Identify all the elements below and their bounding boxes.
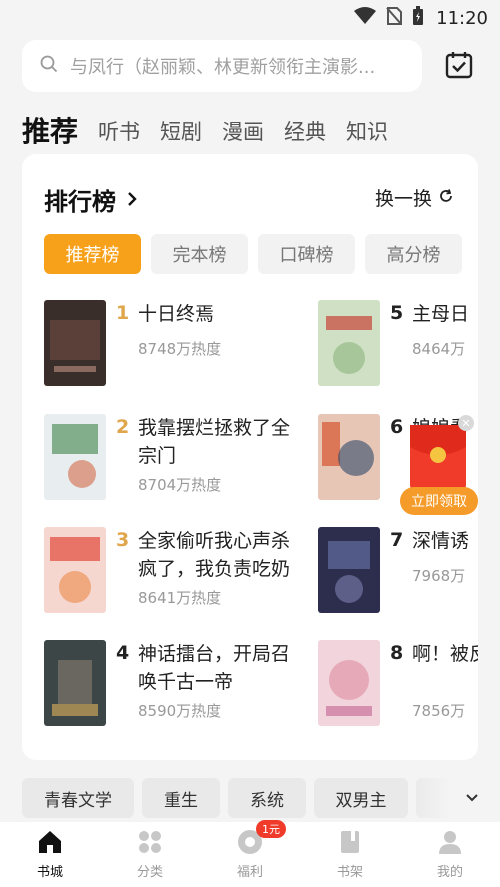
chip-bl[interactable]: 双男主 — [314, 778, 408, 818]
book-cover — [318, 414, 380, 500]
nav-label: 书城 — [36, 865, 63, 880]
book-item[interactable]: 7 深情诱 7968万 — [318, 527, 478, 619]
ranking-tabs: 推荐榜 完本榜 口碑榜 高分榜 — [44, 234, 462, 274]
book-cover — [318, 527, 380, 613]
book-title: 啊！被反派们 — [412, 643, 478, 665]
nav-label: 我的 — [436, 865, 463, 880]
book-cover — [44, 527, 106, 613]
book-item[interactable]: 2 我靠摆烂拯救了全宗门 8704万热度 — [44, 414, 344, 506]
refresh-icon — [438, 187, 454, 209]
search-icon — [40, 55, 58, 77]
book-item[interactable]: 1 十日终焉 8748万热度 — [44, 300, 344, 392]
wifi-icon — [354, 7, 377, 29]
rank-number: 3 — [116, 529, 130, 551]
nav-bookstore[interactable]: 书城 — [0, 822, 100, 887]
book-heat: 7968万 — [412, 567, 466, 585]
battery-icon — [412, 6, 424, 30]
book-item[interactable]: 5 主母日 8464万 — [318, 300, 478, 392]
rank-tab-completed[interactable]: 完本榜 — [151, 234, 248, 274]
book-heat: 8590万热度 — [138, 702, 222, 720]
rank-tab-recommend[interactable]: 推荐榜 — [44, 234, 141, 274]
book-title: 全家偷听我心声杀疯了，我负责吃奶 — [138, 530, 291, 580]
book-cover — [44, 300, 106, 386]
rank-tab-reputation[interactable]: 口碑榜 — [258, 234, 355, 274]
rank-number: 5 — [390, 302, 404, 324]
top-tabs: 推荐 听书 短剧 漫画 经典 知识 — [22, 104, 388, 148]
nav-profile[interactable]: 我的 — [400, 822, 500, 887]
book-heat: 8704万热度 — [138, 476, 222, 494]
tab-audiobook[interactable]: 听书 — [98, 116, 140, 148]
red-envelope-icon — [410, 425, 466, 491]
chip-rebirth[interactable]: 重生 — [142, 778, 220, 818]
book-title: 主母日 — [412, 303, 470, 325]
search-input[interactable]: 与凤行（赵丽颖、林更新领衔主演影... — [22, 40, 422, 92]
red-packet-widget[interactable]: ✕ 立即领取 — [400, 415, 480, 515]
book-cover — [318, 640, 380, 726]
person-icon — [439, 831, 461, 854]
tab-short-drama[interactable]: 短剧 — [160, 116, 202, 148]
status-icons: 11:20 — [354, 6, 488, 30]
status-bar: 11:20 — [0, 0, 500, 34]
chip-system[interactable]: 系统 — [228, 778, 306, 818]
status-time: 11:20 — [436, 7, 488, 29]
no-sim-icon — [386, 7, 403, 29]
close-icon[interactable]: ✕ — [458, 415, 474, 431]
book-cover — [44, 414, 106, 500]
book-item[interactable]: 8 啊！被反派们 7856万 — [318, 640, 478, 732]
nav-bookshelf[interactable]: 书架 — [300, 822, 400, 887]
book-cover — [318, 300, 380, 386]
book-title: 十日终焉 — [138, 303, 215, 325]
tab-comics[interactable]: 漫画 — [222, 116, 264, 148]
book-title: 深情诱 — [412, 530, 470, 552]
rank-tab-high-score[interactable]: 高分榜 — [365, 234, 462, 274]
book-item[interactable]: 3 全家偷听我心声杀疯了，我负责吃奶 8641万热度 — [44, 527, 344, 619]
nav-welfare[interactable]: 1元 福利 — [200, 820, 300, 887]
book-heat: 8464万 — [412, 340, 466, 358]
claim-button[interactable]: 立即领取 — [400, 487, 478, 515]
search-placeholder: 与凤行（赵丽颖、林更新领衔主演影... — [70, 57, 376, 78]
book-heat: 8641万热度 — [138, 589, 222, 607]
checkin-calendar-button[interactable] — [444, 50, 474, 80]
book-title: 神话擂台，开局召唤千古一帝 — [138, 643, 291, 693]
calendar-check-icon — [445, 52, 473, 79]
tab-knowledge[interactable]: 知识 — [346, 116, 388, 148]
book-title: 我靠摆烂拯救了全宗门 — [138, 417, 291, 467]
refresh-label: 换一换 — [374, 188, 432, 210]
nav-label: 福利 — [236, 865, 263, 880]
chip-youth-literature[interactable]: 青春文学 — [22, 778, 134, 818]
search-row: 与凤行（赵丽颖、林更新领衔主演影... — [22, 40, 478, 92]
nav-label: 书架 — [336, 865, 363, 880]
book-item[interactable]: 4 神话擂台，开局召唤千古一帝 8590万热度 — [44, 640, 344, 732]
chevron-right-icon — [126, 186, 138, 214]
rank-number: 4 — [116, 642, 130, 664]
chips-fade — [410, 778, 500, 818]
rank-number: 2 — [116, 416, 130, 438]
nav-label: 分类 — [136, 865, 163, 880]
ranking-title: 排行榜 — [44, 188, 116, 216]
nav-category[interactable]: 分类 — [100, 822, 200, 887]
welfare-badge: 1元 — [256, 820, 286, 838]
bookshelf-icon — [341, 831, 359, 853]
book-cover — [44, 640, 106, 726]
book-heat: 8748万热度 — [138, 340, 222, 358]
chevron-down-icon[interactable] — [462, 788, 482, 808]
grid-icon — [139, 831, 161, 853]
tab-recommend[interactable]: 推荐 — [22, 116, 78, 148]
rank-number: 7 — [390, 529, 404, 551]
tab-classics[interactable]: 经典 — [284, 116, 326, 148]
book-heat: 7856万 — [412, 702, 466, 720]
refresh-button[interactable]: 换一换 — [375, 184, 454, 211]
bottom-nav: 书城 分类 1元 福利 书架 我的 — [0, 820, 500, 887]
ranking-header: 排行榜 换一换 — [44, 182, 454, 216]
rank-number: 1 — [116, 302, 130, 324]
rank-number: 8 — [390, 642, 404, 664]
home-icon — [39, 831, 61, 853]
